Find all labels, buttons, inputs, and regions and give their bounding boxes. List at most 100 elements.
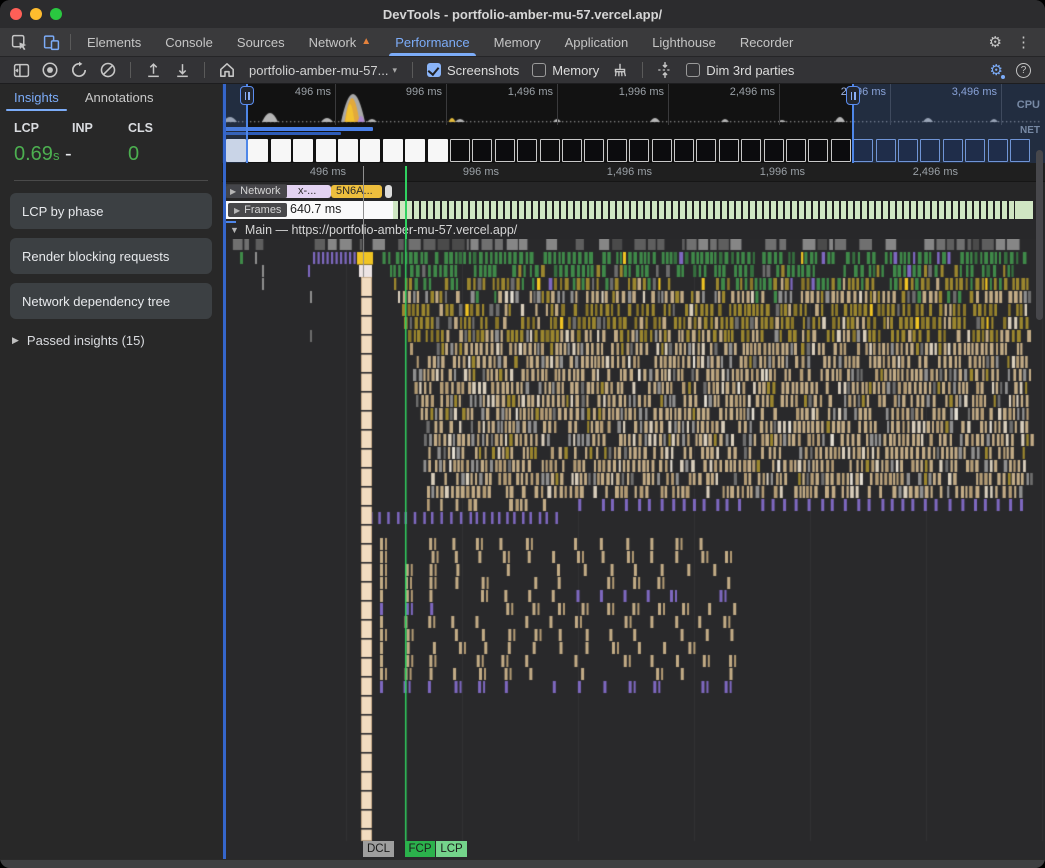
screenshot-thumbnail[interactable] xyxy=(248,139,268,162)
minimize-window-button[interactable] xyxy=(30,8,42,20)
tab-elements[interactable]: Elements xyxy=(75,28,153,56)
ruler-time-label: 1,996 ms xyxy=(725,166,805,178)
zoom-window-button[interactable] xyxy=(50,8,62,20)
tab-recorder[interactable]: Recorder xyxy=(728,28,805,56)
chevron-right-icon: ▶ xyxy=(230,187,236,196)
insight-card-lcp-by-phase[interactable]: LCP by phase xyxy=(10,193,212,229)
screenshot-thumbnail[interactable] xyxy=(808,139,828,162)
screenshot-thumbnail[interactable] xyxy=(383,139,403,162)
tab-lighthouse[interactable]: Lighthouse xyxy=(640,28,728,56)
tab-application[interactable]: Application xyxy=(553,28,641,56)
core-web-vitals: LCP 0.69s - INP - CLS 0 xyxy=(0,111,222,166)
fit-window-icon[interactable] xyxy=(654,59,676,81)
screenshot-thumbnail[interactable] xyxy=(831,139,851,162)
main-track-header[interactable]: ▼ Main — https://portfolio-amber-mu-57.v… xyxy=(222,220,1045,239)
tab-annotations[interactable]: Annotations xyxy=(85,90,154,105)
live-metrics-home-icon[interactable] xyxy=(216,59,238,81)
screenshot-thumbnail[interactable] xyxy=(607,139,627,162)
insight-card-render-blocking-requests[interactable]: Render blocking requests xyxy=(10,238,212,274)
toggle-sidebar-icon[interactable] xyxy=(10,59,32,81)
insight-card-network-dependency-tree[interactable]: Network dependency tree xyxy=(10,283,212,319)
screenshot-thumbnail[interactable] xyxy=(316,139,336,162)
flame-chart-canvas[interactable] xyxy=(222,239,1045,859)
screenshot-thumbnail[interactable] xyxy=(562,139,582,162)
frames-bar[interactable] xyxy=(1015,201,1033,219)
overview-shade-right xyxy=(852,84,1045,163)
screenshot-thumbnail[interactable] xyxy=(674,139,694,162)
fcp-marker-line xyxy=(405,166,407,239)
tab-memory[interactable]: Memory xyxy=(482,28,553,56)
time-ruler: 496 ms996 ms1,496 ms1,996 ms2,496 ms xyxy=(222,163,1045,182)
frames-bars[interactable] xyxy=(393,201,1015,219)
close-window-button[interactable] xyxy=(10,8,22,20)
inspect-element-icon[interactable] xyxy=(8,31,30,53)
screenshot-thumbnail[interactable] xyxy=(786,139,806,162)
drawer-strip xyxy=(0,859,1045,868)
overview-time-label: 1,496 ms xyxy=(481,86,553,98)
page-selector-dropdown[interactable]: portfolio-amber-mu-57...▾ xyxy=(245,63,401,78)
window-title: DevTools - portfolio-amber-mu-57.vercel.… xyxy=(383,7,662,22)
frames-track-toggle[interactable]: ▶ Frames xyxy=(228,203,287,217)
screenshot-thumbnail[interactable] xyxy=(495,139,515,162)
screenshot-thumbnail[interactable] xyxy=(293,139,313,162)
screenshot-thumbnail[interactable] xyxy=(719,139,739,162)
screenshot-thumbnail[interactable] xyxy=(652,139,672,162)
screenshot-thumbnail[interactable] xyxy=(428,139,448,162)
screenshot-thumbnail[interactable] xyxy=(584,139,604,162)
tab-network[interactable]: Network▲ xyxy=(297,28,384,56)
screenshot-thumbnail[interactable] xyxy=(741,139,761,162)
memory-checkbox[interactable]: Memory xyxy=(529,63,602,78)
metric-inp: INP - xyxy=(72,121,128,166)
tab-performance[interactable]: Performance xyxy=(383,28,481,56)
help-icon[interactable]: ? xyxy=(1016,63,1031,78)
network-request-pill[interactable] xyxy=(385,185,392,198)
clear-icon[interactable] xyxy=(97,59,119,81)
screenshot-thumbnail[interactable] xyxy=(472,139,492,162)
screenshot-thumbnail[interactable] xyxy=(540,139,560,162)
screenshot-thumbnail[interactable] xyxy=(517,139,537,162)
timeline-overview[interactable]: 496 ms996 ms1,496 ms1,996 ms2,496 ms2,99… xyxy=(222,84,1045,163)
collect-garbage-icon[interactable] xyxy=(609,59,631,81)
settings-gear-icon[interactable]: ⚙ xyxy=(989,35,1002,50)
overview-time-label: 2,496 ms xyxy=(703,86,775,98)
network-track-toggle[interactable]: ▶ Network xyxy=(224,184,287,198)
screenshot-thumbnail[interactable] xyxy=(271,139,291,162)
frames-track[interactable]: ▶ Frames 640.7 ms xyxy=(222,200,1045,220)
record-icon[interactable] xyxy=(39,59,61,81)
ruler-time-label: 996 ms xyxy=(419,166,499,178)
left-window-grip[interactable] xyxy=(240,86,254,105)
overview-time-label: 1,996 ms xyxy=(592,86,664,98)
screenshots-checkbox[interactable]: Screenshots xyxy=(424,63,522,78)
main-track-label: Main — https://portfolio-amber-mu-57.ver… xyxy=(245,223,517,237)
tab-sources[interactable]: Sources xyxy=(225,28,297,56)
save-profile-icon[interactable] xyxy=(171,59,193,81)
screenshot-thumbnail[interactable] xyxy=(696,139,716,162)
window-titlebar: DevTools - portfolio-amber-mu-57.vercel.… xyxy=(0,0,1045,28)
ruler-time-label: 2,496 ms xyxy=(878,166,958,178)
screenshot-thumbnail[interactable] xyxy=(629,139,649,162)
ruler-time-label: 1,496 ms xyxy=(572,166,652,178)
network-request-pill[interactable]: 5N6A... xyxy=(331,185,382,198)
chevron-right-icon: ▶ xyxy=(12,335,19,346)
right-window-grip[interactable] xyxy=(846,86,860,105)
screenshot-thumbnail[interactable] xyxy=(450,139,470,162)
record-and-reload-icon[interactable] xyxy=(68,59,90,81)
screenshot-thumbnail[interactable] xyxy=(338,139,358,162)
checkbox-unchecked-icon xyxy=(686,63,700,77)
tab-insights[interactable]: Insights xyxy=(14,90,59,105)
screenshot-thumbnail[interactable] xyxy=(405,139,425,162)
dcl-marker-line xyxy=(363,166,364,239)
tab-console[interactable]: Console xyxy=(153,28,225,56)
main-flame-chart[interactable]: DCL FCP LCP xyxy=(222,239,1045,859)
capture-settings-gear-icon[interactable]: ⚙ xyxy=(990,61,1003,79)
dim-3rd-parties-checkbox[interactable]: Dim 3rd parties xyxy=(683,63,797,78)
network-track[interactable]: x-... 5N6A... ▶ Network xyxy=(222,182,1045,200)
warning-icon: ▲ xyxy=(361,37,371,47)
screenshot-thumbnail[interactable] xyxy=(360,139,380,162)
screenshot-thumbnail[interactable] xyxy=(764,139,784,162)
device-toolbar-icon[interactable] xyxy=(40,31,62,53)
passed-insights-toggle[interactable]: ▶ Passed insights (15) xyxy=(12,333,222,348)
vertical-scrollbar-thumb[interactable] xyxy=(1036,150,1043,320)
more-options-icon[interactable]: ⋮ xyxy=(1016,33,1031,51)
load-profile-icon[interactable] xyxy=(142,59,164,81)
